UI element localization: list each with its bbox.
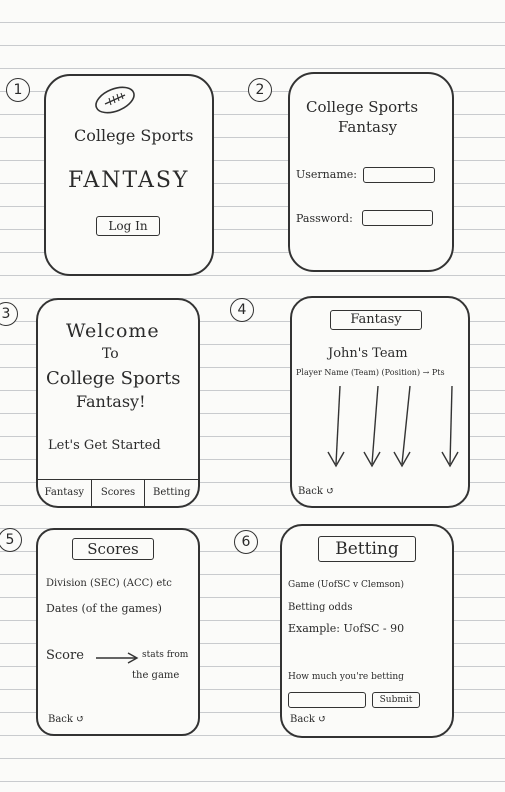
welcome-line: Welcome bbox=[66, 320, 160, 342]
bet-amount-label: How much you're betting bbox=[288, 672, 404, 682]
screen-number-5: 5 bbox=[0, 528, 22, 552]
dates-line: Dates (of the games) bbox=[46, 602, 162, 615]
nav-fantasy[interactable]: Fantasy bbox=[38, 480, 92, 506]
password-label: Password: bbox=[296, 212, 353, 225]
screen-5-scores: Scores Division (SEC) (ACC) etc Dates (o… bbox=[36, 528, 200, 736]
down-arrows-icon bbox=[327, 385, 459, 468]
submit-button[interactable]: Submit bbox=[372, 692, 420, 708]
back-button[interactable]: Back ↺ bbox=[290, 714, 327, 725]
bet-amount-input[interactable] bbox=[288, 692, 366, 708]
fantasy-line: Fantasy! bbox=[76, 392, 146, 411]
screen-6-betting: Betting Game (UofSC v Clemson) Betting o… bbox=[280, 524, 454, 738]
division-line: Division (SEC) (ACC) etc bbox=[46, 578, 172, 589]
game-line: Game (UofSC v Clemson) bbox=[288, 580, 404, 590]
screen-number-4: 4 bbox=[230, 298, 254, 322]
bottom-nav: Fantasy Scores Betting bbox=[38, 479, 198, 506]
betting-title-box: Betting bbox=[318, 536, 416, 562]
football-icon bbox=[95, 86, 135, 114]
username-label: Username: bbox=[296, 168, 357, 181]
screen-number-2: 2 bbox=[248, 78, 272, 102]
right-arrow-icon bbox=[96, 652, 139, 664]
username-input[interactable] bbox=[363, 167, 435, 183]
password-input[interactable] bbox=[362, 210, 433, 226]
app-title: College Sports bbox=[74, 126, 194, 145]
app-subtitle: FANTASY bbox=[68, 168, 190, 193]
stats-line2: the game bbox=[132, 670, 180, 681]
fantasy-title-box: Fantasy bbox=[330, 310, 422, 330]
lets-get-started[interactable]: Let's Get Started bbox=[48, 438, 161, 453]
example-line: Example: UofSC - 90 bbox=[288, 622, 405, 635]
college-sports-line: College Sports bbox=[46, 368, 181, 389]
screen-number-1: 1 bbox=[6, 78, 30, 102]
back-button[interactable]: Back ↺ bbox=[48, 714, 85, 725]
form-title-line2: Fantasy bbox=[338, 118, 398, 136]
score-label: Score bbox=[46, 648, 84, 663]
scores-title-box: Scores bbox=[72, 538, 154, 560]
screen-1-login-splash: College Sports FANTASY Log In bbox=[44, 74, 214, 276]
login-button[interactable]: Log In bbox=[96, 216, 160, 236]
screen-3-welcome: Welcome To College Sports Fantasy! Let's… bbox=[36, 298, 200, 508]
stats-line1: stats from bbox=[142, 650, 189, 660]
columns-header: Player Name (Team) (Position) → Pts bbox=[296, 368, 445, 377]
screen-number-3: 3 bbox=[0, 302, 18, 326]
screen-4-fantasy: Fantasy John's Team Player Name (Team) (… bbox=[290, 296, 470, 508]
screen-number-6: 6 bbox=[234, 530, 258, 554]
form-title-line1: College Sports bbox=[306, 98, 419, 116]
nav-scores[interactable]: Scores bbox=[92, 480, 146, 506]
back-button[interactable]: Back ↺ bbox=[298, 486, 335, 497]
to-line: To bbox=[102, 346, 119, 362]
team-name: John's Team bbox=[328, 346, 408, 361]
nav-betting[interactable]: Betting bbox=[145, 480, 198, 506]
screen-2-login-form: College Sports Fantasy Username: Passwor… bbox=[288, 72, 454, 272]
odds-line: Betting odds bbox=[288, 602, 353, 613]
